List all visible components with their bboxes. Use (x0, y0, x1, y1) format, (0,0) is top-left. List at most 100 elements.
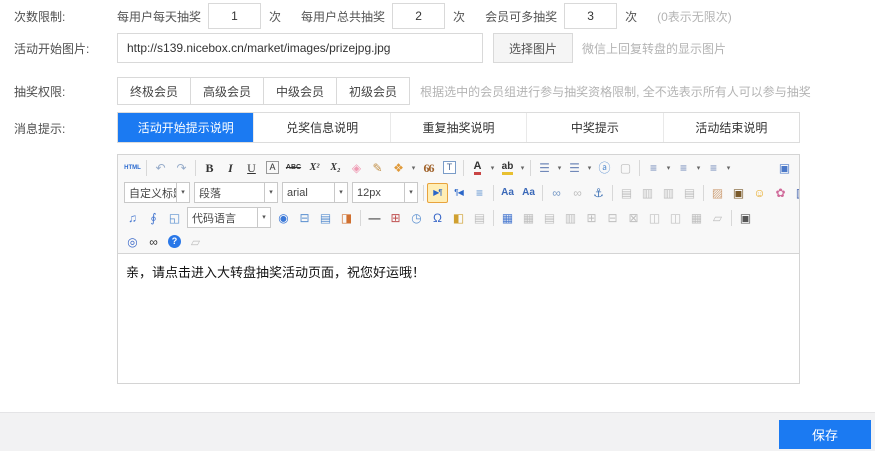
custom-style-select[interactable]: 自定义标题▾ (124, 182, 190, 203)
chevron-down-icon[interactable]: ▾ (264, 183, 277, 202)
delete-row-icon[interactable]: ⊠ (623, 208, 644, 228)
emotion-icon[interactable]: ☺ (749, 183, 770, 203)
photo-album-icon[interactable]: ▣ (728, 183, 749, 203)
tab-activity-end-note[interactable]: 活动结束说明 (663, 113, 799, 142)
chevron-down-icon[interactable]: ▾ (585, 164, 594, 172)
image-align-left-icon[interactable]: ▥ (637, 183, 658, 203)
save-button[interactable]: 保存 (779, 420, 871, 449)
redo-icon[interactable]: ↷ (171, 158, 192, 178)
chevron-down-icon[interactable]: ▾ (176, 183, 189, 202)
anchor-icon[interactable]: ⚓ (588, 183, 609, 203)
paste-icon[interactable]: ▱ (185, 232, 206, 252)
preview-icon[interactable]: ◎ (122, 232, 143, 252)
map-icon[interactable]: ◉ (273, 208, 294, 228)
subscript-icon[interactable]: X₂ (325, 158, 346, 178)
paste-text-icon[interactable]: T (439, 158, 460, 178)
undo-icon[interactable]: ↶ (150, 158, 171, 178)
tab-win-prompt[interactable]: 中奖提示 (526, 113, 662, 142)
special-char-icon[interactable]: Ω (427, 208, 448, 228)
font-border-icon[interactable]: A (262, 158, 283, 178)
insert-row-icon[interactable]: ⊞ (581, 208, 602, 228)
chevron-down-icon[interactable]: ▾ (664, 164, 673, 172)
delete-table-icon[interactable]: ▦ (518, 208, 539, 228)
chevron-down-icon[interactable]: ▾ (404, 183, 417, 202)
table-props-icon[interactable]: ▤ (539, 208, 560, 228)
blockquote-icon[interactable]: 66 (418, 158, 439, 178)
background-icon[interactable]: ▤ (315, 208, 336, 228)
attachment-icon[interactable]: ∮ (143, 208, 164, 228)
underline-icon[interactable]: U (241, 158, 262, 178)
indent-icon[interactable]: ≡ (469, 183, 490, 203)
group-junior-member-button[interactable]: 初级会员 (336, 77, 410, 105)
row-spacing-bottom-icon[interactable]: ≡ (673, 158, 694, 178)
cell-props-icon[interactable]: ▥ (560, 208, 581, 228)
time-icon[interactable]: ◷ (406, 208, 427, 228)
template-icon[interactable]: ▱ (707, 208, 728, 228)
code-language-select[interactable]: 代码语言▾ (187, 207, 271, 228)
baidu-app-icon[interactable]: ◨ (336, 208, 357, 228)
chevron-down-icon[interactable]: ▾ (694, 164, 703, 172)
chevron-down-icon[interactable]: ▾ (488, 164, 497, 172)
insert-image-icon[interactable]: ▨ (707, 183, 728, 203)
chevron-down-icon[interactable]: ▾ (724, 164, 733, 172)
html-source-icon[interactable]: HTML (122, 158, 143, 178)
direction-ltr-icon[interactable]: ▶¶ (427, 183, 448, 203)
video-icon[interactable]: ▥ (791, 183, 799, 203)
help-icon[interactable]: ? (164, 232, 185, 252)
group-intermediate-member-button[interactable]: 中级会员 (263, 77, 337, 105)
line-height-icon[interactable]: ≡ (703, 158, 724, 178)
tab-activity-start-note[interactable]: 活动开始提示说明 (118, 113, 253, 142)
merge-cells-icon[interactable]: ◫ (644, 208, 665, 228)
insert-table-icon[interactable]: ▦ (497, 208, 518, 228)
chevron-down-icon[interactable]: ▾ (409, 164, 418, 172)
choose-image-button[interactable]: 选择图片 (493, 33, 573, 63)
scrawl-icon[interactable]: ✿ (770, 183, 791, 203)
highlight-color-icon[interactable]: ab (497, 158, 518, 178)
strikethrough-icon[interactable]: ABC (283, 158, 304, 178)
auto-typeset-icon[interactable]: ❖ (388, 158, 409, 178)
to-lowercase-icon[interactable]: Aa (518, 183, 539, 203)
split-cells-icon[interactable]: ◫ (665, 208, 686, 228)
per-user-total-draws-input[interactable] (392, 3, 445, 29)
find-replace-icon[interactable]: ∞ (143, 232, 164, 252)
direction-rtl-icon[interactable]: ¶◀ (448, 183, 469, 203)
font-color-icon[interactable]: A (467, 158, 488, 178)
insert-col-icon[interactable]: ⊟ (602, 208, 623, 228)
snapscreen-icon[interactable]: ◧ (448, 208, 469, 228)
date-icon[interactable]: ⊞ (385, 208, 406, 228)
tab-repeat-draw-note[interactable]: 重复抽奖说明 (390, 113, 526, 142)
unordered-list-icon[interactable]: ☰ (564, 158, 585, 178)
fullscreen-icon[interactable]: ▣ (774, 158, 795, 178)
bold-icon[interactable]: B (199, 158, 220, 178)
unlink-icon[interactable]: ∞ (567, 183, 588, 203)
table-border-icon[interactable]: ▦ (686, 208, 707, 228)
ordered-list-icon[interactable]: ☰ (534, 158, 555, 178)
superscript-icon[interactable]: X² (304, 158, 325, 178)
chevron-down-icon[interactable]: ▾ (518, 164, 527, 172)
chevron-down-icon[interactable]: ▾ (257, 208, 270, 227)
image-align-none-icon[interactable]: ▤ (616, 183, 637, 203)
to-uppercase-icon[interactable]: Aa (497, 183, 518, 203)
image-align-right-icon[interactable]: ▥ (658, 183, 679, 203)
print-icon[interactable]: ▣ (735, 208, 756, 228)
clear-doc-icon[interactable]: ▢ (615, 158, 636, 178)
format-painter-icon[interactable]: ✎ (367, 158, 388, 178)
word-image-icon[interactable]: ▤ (469, 208, 490, 228)
select-all-icon[interactable]: ⓐ (594, 158, 615, 178)
paragraph-select[interactable]: 段落▾ (194, 182, 278, 203)
group-senior-member-button[interactable]: 高级会员 (190, 77, 264, 105)
tab-redeem-info[interactable]: 兑奖信息说明 (253, 113, 389, 142)
group-ultimate-member-button[interactable]: 终极会员 (117, 77, 191, 105)
music-icon[interactable]: ♫ (122, 208, 143, 228)
image-url-input[interactable] (117, 33, 483, 63)
row-spacing-top-icon[interactable]: ≡ (643, 158, 664, 178)
editor-content[interactable]: 亲，请点击进入大转盘抽奖活动页面，祝您好运哦！ (118, 253, 799, 383)
horizontal-rule-icon[interactable]: — (364, 208, 385, 228)
font-family-select[interactable]: arial▾ (282, 182, 348, 203)
member-extra-draws-input[interactable] (564, 3, 617, 29)
chevron-down-icon[interactable]: ▾ (334, 183, 347, 202)
chevron-down-icon[interactable]: ▾ (555, 164, 564, 172)
remove-format-icon[interactable]: ◈ (346, 158, 367, 178)
link-icon[interactable]: ∞ (546, 183, 567, 203)
font-size-select[interactable]: 12px▾ (352, 182, 418, 203)
